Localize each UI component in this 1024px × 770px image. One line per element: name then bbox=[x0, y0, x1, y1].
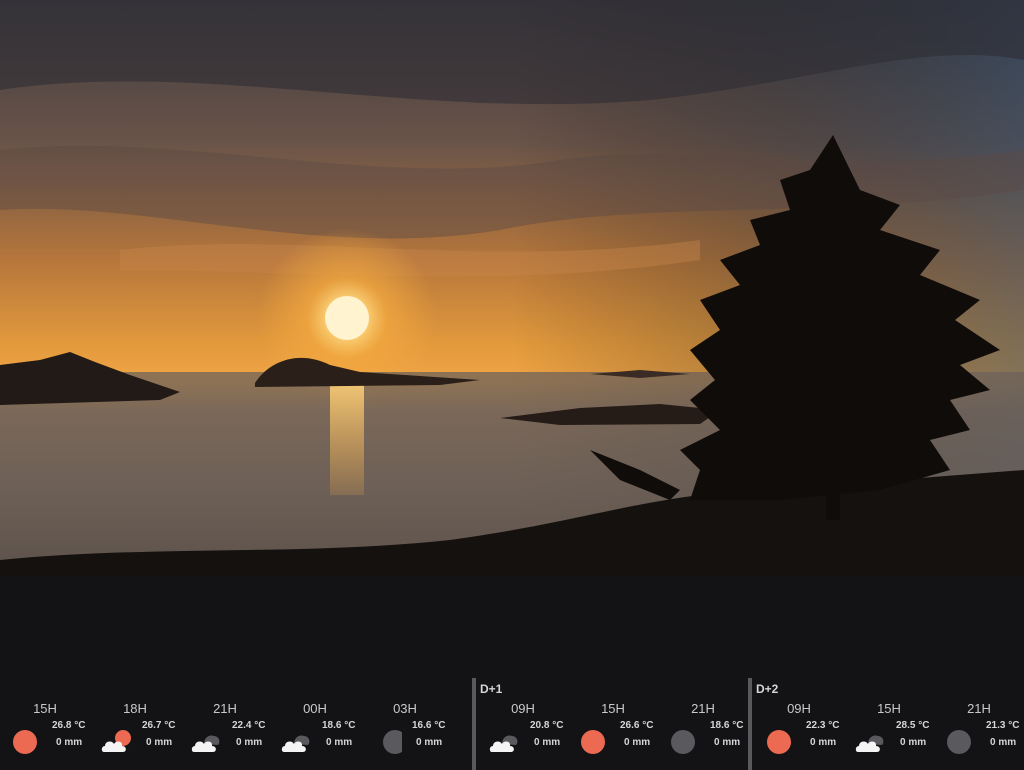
slot-temperature: 16.6 °C bbox=[412, 720, 446, 731]
slot-temperature: 26.8 °C bbox=[52, 720, 86, 731]
night-cloud-icon bbox=[488, 728, 520, 756]
sun-icon bbox=[578, 728, 610, 756]
slot-temperature: 22.3 °C bbox=[806, 720, 840, 731]
sun-icon bbox=[10, 728, 42, 756]
slot-time: 00H bbox=[303, 701, 327, 716]
slot-temperature: 18.6 °C bbox=[710, 720, 744, 731]
slot-time: 15H bbox=[33, 701, 57, 716]
forecast-slot: 09H 20.8 °C 0 mm bbox=[478, 680, 568, 768]
slot-precipitation: 0 mm bbox=[416, 737, 443, 748]
night-cloud-icon bbox=[190, 728, 222, 756]
slot-time: 09H bbox=[511, 701, 535, 716]
slot-temperature: 20.8 °C bbox=[530, 720, 564, 731]
forecast-slot: 15H 26.6 °C 0 mm bbox=[568, 680, 658, 768]
slot-precipitation: 0 mm bbox=[146, 737, 173, 748]
sun-icon bbox=[764, 728, 796, 756]
slot-time: 21H bbox=[691, 701, 715, 716]
slot-precipitation: 0 mm bbox=[714, 737, 741, 748]
moon-icon bbox=[370, 728, 407, 756]
slot-temperature: 26.6 °C bbox=[620, 720, 654, 731]
forecast-slot: 21H 21.3 °C 0 mm bbox=[934, 680, 1024, 768]
slot-temperature: 28.5 °C bbox=[896, 720, 930, 731]
sun-cloud-icon bbox=[100, 728, 132, 756]
slot-time: 21H bbox=[967, 701, 991, 716]
forecast-strip: 15H 26.8 °C 0 mm 18H 26.7 °C 0 mm 21H 22… bbox=[0, 678, 1024, 770]
forecast-slot: 03H 16.6 °C 0 mm bbox=[360, 680, 450, 768]
forecast-slot: 15H 28.5 °C 0 mm bbox=[844, 680, 934, 768]
slot-precipitation: 0 mm bbox=[990, 737, 1017, 748]
background-photo bbox=[0, 0, 1024, 576]
slot-time: 18H bbox=[123, 701, 147, 716]
forecast-slot: 15H 26.8 °C 0 mm bbox=[0, 680, 90, 768]
slot-temperature: 22.4 °C bbox=[232, 720, 266, 731]
slot-precipitation: 0 mm bbox=[534, 737, 561, 748]
slot-time: 15H bbox=[601, 701, 625, 716]
slot-temperature: 18.6 °C bbox=[322, 720, 356, 731]
slot-precipitation: 0 mm bbox=[326, 737, 353, 748]
day-divider bbox=[472, 678, 476, 770]
forecast-slot: 21H 22.4 °C 0 mm bbox=[180, 680, 270, 768]
forecast-slot: 00H 18.6 °C 0 mm bbox=[270, 680, 360, 768]
slot-precipitation: 0 mm bbox=[900, 737, 927, 748]
night-cloud-icon bbox=[280, 728, 312, 756]
slot-time: 21H bbox=[213, 701, 237, 716]
slot-precipitation: 0 mm bbox=[624, 737, 651, 748]
slot-temperature: 26.7 °C bbox=[142, 720, 176, 731]
forecast-slot: 18H 26.7 °C 0 mm bbox=[90, 680, 180, 768]
day-divider bbox=[748, 678, 752, 770]
slot-precipitation: 0 mm bbox=[236, 737, 263, 748]
slot-temperature: 21.3 °C bbox=[986, 720, 1020, 731]
moon-icon bbox=[668, 728, 700, 756]
forecast-slot: 21H 18.6 °C 0 mm bbox=[658, 680, 748, 768]
slot-precipitation: 0 mm bbox=[810, 737, 837, 748]
slot-time: 15H bbox=[877, 701, 901, 716]
night-cloud-icon bbox=[854, 728, 886, 756]
slot-precipitation: 0 mm bbox=[56, 737, 83, 748]
slot-time: 09H bbox=[787, 701, 811, 716]
forecast-slot: 09H 22.3 °C 0 mm bbox=[754, 680, 844, 768]
slot-time: 03H bbox=[393, 701, 417, 716]
moon-icon bbox=[944, 728, 976, 756]
sunset-photo bbox=[0, 0, 1024, 576]
